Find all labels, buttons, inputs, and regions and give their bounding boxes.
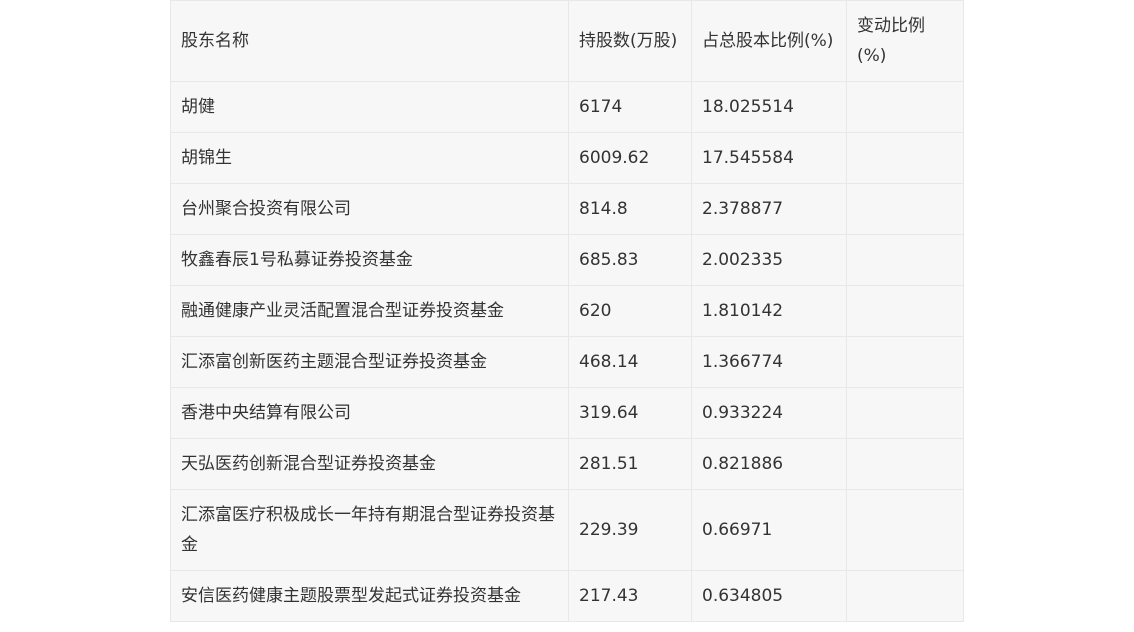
cell-shares-held: 620 <box>568 285 692 337</box>
cell-shareholder-name: 汇添富创新医药主题混合型证券投资基金 <box>170 336 569 388</box>
table-header: 股东名称 持股数(万股) 占总股本比例(%) 变动比例(%) <box>170 0 964 82</box>
table-row: 安信医药健康主题股票型发起式证券投资基金 217.43 0.634805 <box>170 570 964 622</box>
cell-share-ratio: 2.378877 <box>691 183 847 235</box>
cell-change-ratio <box>846 132 964 184</box>
cell-shareholder-name: 香港中央结算有限公司 <box>170 387 569 439</box>
cell-shares-held: 685.83 <box>568 234 692 286</box>
table-row: 胡锦生 6009.62 17.545584 <box>170 132 964 184</box>
table-row: 牧鑫春辰1号私募证券投资基金 685.83 2.002335 <box>170 234 964 286</box>
header-shares-held: 持股数(万股) <box>568 0 692 82</box>
cell-shareholder-name: 融通健康产业灵活配置混合型证券投资基金 <box>170 285 569 337</box>
cell-shares-held: 6174 <box>568 81 692 133</box>
shareholder-table-container: 股东名称 持股数(万股) 占总股本比例(%) 变动比例(%) 胡健 6174 1… <box>170 0 964 622</box>
cell-shareholder-name: 汇添富医疗积极成长一年持有期混合型证券投资基金 <box>170 489 569 571</box>
table-row: 融通健康产业灵活配置混合型证券投资基金 620 1.810142 <box>170 285 964 337</box>
cell-shares-held: 217.43 <box>568 570 692 622</box>
cell-share-ratio: 17.545584 <box>691 132 847 184</box>
cell-shares-held: 468.14 <box>568 336 692 388</box>
cell-share-ratio: 1.810142 <box>691 285 847 337</box>
table-row: 胡健 6174 18.025514 <box>170 81 964 133</box>
cell-shareholder-name: 胡锦生 <box>170 132 569 184</box>
cell-change-ratio <box>846 285 964 337</box>
cell-share-ratio: 0.821886 <box>691 438 847 490</box>
header-shareholder-name: 股东名称 <box>170 0 569 82</box>
cell-share-ratio: 1.366774 <box>691 336 847 388</box>
cell-shareholder-name: 台州聚合投资有限公司 <box>170 183 569 235</box>
cell-share-ratio: 0.933224 <box>691 387 847 439</box>
cell-shares-held: 229.39 <box>568 489 692 571</box>
cell-change-ratio <box>846 183 964 235</box>
cell-change-ratio <box>846 81 964 133</box>
cell-change-ratio <box>846 438 964 490</box>
table-row: 汇添富创新医药主题混合型证券投资基金 468.14 1.366774 <box>170 336 964 388</box>
table-row: 天弘医药创新混合型证券投资基金 281.51 0.821886 <box>170 438 964 490</box>
cell-shareholder-name: 牧鑫春辰1号私募证券投资基金 <box>170 234 569 286</box>
cell-shares-held: 319.64 <box>568 387 692 439</box>
header-change-ratio: 变动比例(%) <box>846 0 964 82</box>
cell-share-ratio: 18.025514 <box>691 81 847 133</box>
cell-change-ratio <box>846 234 964 286</box>
table-row: 汇添富医疗积极成长一年持有期混合型证券投资基金 229.39 0.66971 <box>170 489 964 571</box>
cell-change-ratio <box>846 570 964 622</box>
cell-shares-held: 281.51 <box>568 438 692 490</box>
cell-shares-held: 814.8 <box>568 183 692 235</box>
cell-share-ratio: 0.66971 <box>691 489 847 571</box>
header-share-ratio: 占总股本比例(%) <box>691 0 847 82</box>
cell-change-ratio <box>846 387 964 439</box>
cell-shares-held: 6009.62 <box>568 132 692 184</box>
table-body: 胡健 6174 18.025514 胡锦生 6009.62 17.545584 … <box>170 81 964 622</box>
cell-shareholder-name: 天弘医药创新混合型证券投资基金 <box>170 438 569 490</box>
shareholder-table: 股东名称 持股数(万股) 占总股本比例(%) 变动比例(%) 胡健 6174 1… <box>170 0 964 622</box>
cell-share-ratio: 0.634805 <box>691 570 847 622</box>
table-row: 台州聚合投资有限公司 814.8 2.378877 <box>170 183 964 235</box>
cell-shareholder-name: 胡健 <box>170 81 569 133</box>
header-row: 股东名称 持股数(万股) 占总股本比例(%) 变动比例(%) <box>170 0 964 82</box>
cell-shareholder-name: 安信医药健康主题股票型发起式证券投资基金 <box>170 570 569 622</box>
cell-change-ratio <box>846 336 964 388</box>
cell-change-ratio <box>846 489 964 571</box>
table-row: 香港中央结算有限公司 319.64 0.933224 <box>170 387 964 439</box>
cell-share-ratio: 2.002335 <box>691 234 847 286</box>
